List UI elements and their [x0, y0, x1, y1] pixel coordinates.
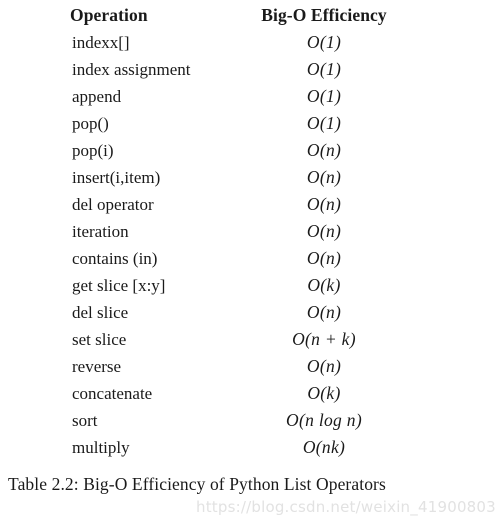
figure-caption: Table 2.2: Big-O Efficiency of Python Li…	[8, 474, 386, 494]
table-row: get slice [x:y] O(k)	[70, 272, 400, 299]
cell-efficiency: O(n)	[248, 164, 400, 191]
cell-efficiency: O(n)	[248, 137, 400, 164]
big-o-notation: O(k)	[307, 275, 341, 295]
table-row: contains (in) O(n)	[70, 245, 400, 272]
cell-operation: del slice	[72, 303, 129, 322]
cell-efficiency: O(k)	[248, 380, 400, 407]
cell-efficiency: O(n log n)	[248, 407, 400, 434]
cell-operation: indexx[]	[72, 33, 130, 52]
big-o-notation: O(nk)	[302, 437, 346, 457]
table-row: append O(1)	[70, 83, 400, 110]
cell-operation: contains (in)	[72, 249, 158, 268]
table-row: del slice O(n)	[70, 299, 400, 326]
cell-efficiency: O(n + k)	[248, 326, 400, 353]
big-o-notation: O(k)	[307, 383, 341, 403]
column-header-operation: Operation	[70, 5, 148, 25]
cell-operation: insert(i,item)	[72, 168, 161, 187]
column-header-efficiency: Big-O Efficiency	[261, 5, 387, 25]
cell-efficiency: O(1)	[248, 56, 400, 83]
big-o-notation: O(n)	[306, 356, 342, 376]
cell-efficiency: O(1)	[248, 83, 400, 110]
big-o-notation: O(n)	[306, 140, 342, 160]
table-row: multiply O(nk)	[70, 434, 400, 461]
table-row: pop(i) O(n)	[70, 137, 400, 164]
cell-operation: append	[72, 87, 122, 106]
table-figure: Operation Big-O Efficiency indexx[] O(1) i…	[0, 0, 502, 524]
cell-efficiency: O(n)	[248, 299, 400, 326]
cell-operation: pop()	[72, 114, 109, 133]
table-body: indexx[] O(1) index assignment O(1) append O(…	[70, 29, 400, 461]
big-o-notation: O(1)	[306, 86, 342, 106]
table-row: del operator O(n)	[70, 191, 400, 218]
table-row: pop() O(1)	[70, 110, 400, 137]
cell-operation: get slice [x:y]	[72, 276, 166, 295]
cell-operation: set slice	[72, 330, 127, 349]
table-row: insert(i,item) O(n)	[70, 164, 400, 191]
cell-efficiency: O(nk)	[248, 434, 400, 461]
table-row: concatenate O(k)	[70, 380, 400, 407]
cell-efficiency: O(n)	[248, 191, 400, 218]
table-row: set slice O(n + k)	[70, 326, 400, 353]
big-o-notation: O(1)	[306, 59, 342, 79]
watermark-text: https://blog.csdn.net/weixin_41900803	[196, 498, 496, 516]
big-o-efficiency-table: Operation Big-O Efficiency indexx[] O(1) i…	[70, 1, 400, 461]
table-row: indexx[] O(1)	[70, 29, 400, 56]
cell-efficiency: O(n)	[248, 353, 400, 380]
big-o-notation: O(n)	[306, 194, 342, 214]
big-o-notation: O(n)	[306, 167, 342, 187]
cell-operation: reverse	[72, 357, 122, 376]
cell-operation: index assignment	[72, 60, 191, 79]
table-header: Operation Big-O Efficiency	[70, 1, 400, 29]
big-o-notation: O(n)	[306, 221, 342, 241]
big-o-notation: O(1)	[306, 32, 342, 52]
big-o-notation: O(n)	[306, 302, 342, 322]
cell-operation: del operator	[72, 195, 154, 214]
cell-efficiency: O(1)	[248, 110, 400, 137]
cell-efficiency: O(k)	[248, 272, 400, 299]
table-row: iteration O(n)	[70, 218, 400, 245]
table-row: reverse O(n)	[70, 353, 400, 380]
cell-operation: pop(i)	[72, 141, 114, 160]
table-header-row: Operation Big-O Efficiency	[70, 1, 400, 29]
cell-efficiency: O(1)	[248, 29, 400, 56]
big-o-notation: O(n + k)	[292, 329, 356, 349]
cell-efficiency: O(n)	[248, 245, 400, 272]
table-row: index assignment O(1)	[70, 56, 400, 83]
cell-efficiency: O(n)	[248, 218, 400, 245]
cell-operation: multiply	[72, 438, 130, 457]
cell-operation: concatenate	[72, 384, 153, 403]
table-row: sort O(n log n)	[70, 407, 400, 434]
big-o-notation: O(1)	[306, 113, 342, 133]
cell-operation: iteration	[72, 222, 129, 241]
big-o-notation: O(n)	[306, 248, 342, 268]
cell-operation: sort	[72, 411, 98, 430]
big-o-notation: O(n log n)	[286, 410, 362, 430]
